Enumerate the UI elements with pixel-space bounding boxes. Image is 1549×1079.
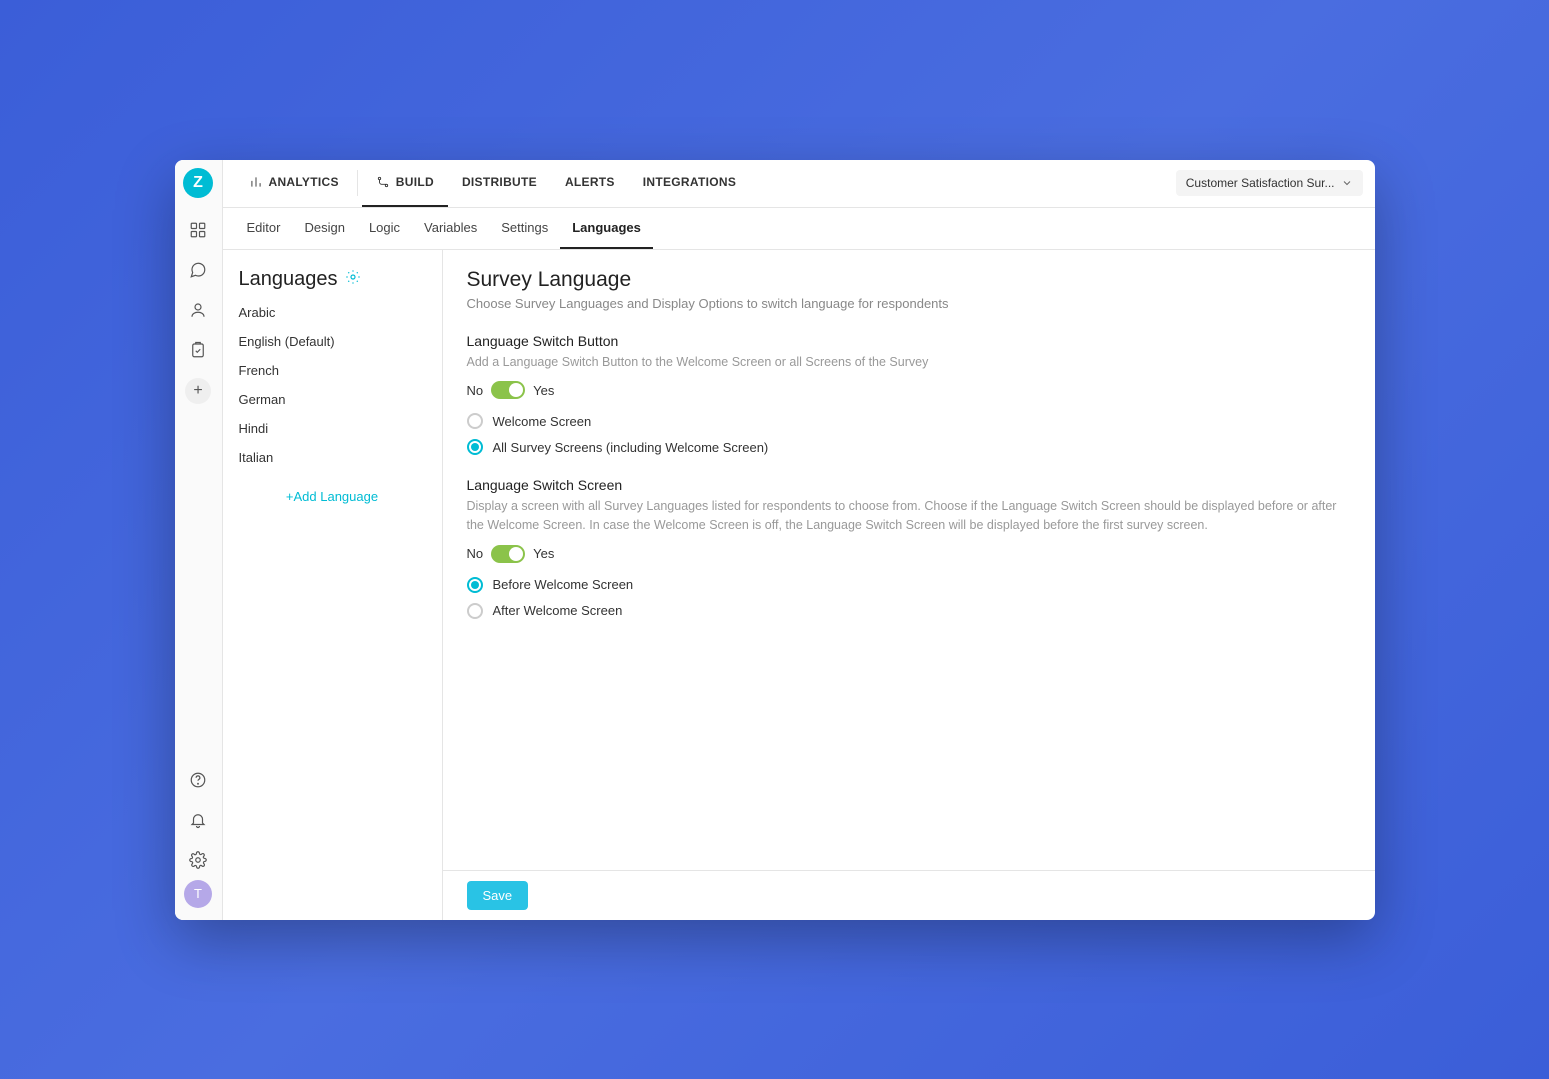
settings-icon[interactable] <box>182 844 214 876</box>
languages-list: Arabic English (Default) French German H… <box>239 303 426 467</box>
main-scroll: Survey Language Choose Survey Languages … <box>443 250 1375 870</box>
top-nav: ANALYTICS BUILD DISTRIBUTE ALERTS INTEGR… <box>223 160 1375 208</box>
radio-before-welcome[interactable]: Before Welcome Screen <box>467 577 1351 593</box>
survey-selector-label: Customer Satisfaction Sur... <box>1186 176 1335 190</box>
radio-label: All Survey Screens (including Welcome Sc… <box>493 440 769 455</box>
footer-bar: Save <box>443 870 1375 920</box>
tab-languages[interactable]: Languages <box>560 208 653 249</box>
switch-button-options: Welcome Screen All Survey Screens (inclu… <box>467 413 1351 455</box>
nav-distribute-label: DISTRIBUTE <box>462 175 537 189</box>
switch-button-title: Language Switch Button <box>467 333 1351 349</box>
survey-selector[interactable]: Customer Satisfaction Sur... <box>1176 170 1363 196</box>
sub-nav: Editor Design Logic Variables Settings L… <box>223 208 1375 250</box>
tab-design[interactable]: Design <box>292 208 356 249</box>
tab-logic[interactable]: Logic <box>357 208 412 249</box>
brand-logo[interactable]: Z <box>183 168 213 198</box>
app-window: Z + T ANALYTICS <box>175 160 1375 920</box>
nav-distribute[interactable]: DISTRIBUTE <box>448 160 551 207</box>
main-pane: Survey Language Choose Survey Languages … <box>443 250 1375 920</box>
avatar[interactable]: T <box>184 880 212 908</box>
help-icon[interactable] <box>182 764 214 796</box>
radio-label: After Welcome Screen <box>493 603 623 618</box>
switch-screen-subtitle: Display a screen with all Survey Languag… <box>467 497 1351 535</box>
radio-all-screens[interactable]: All Survey Screens (including Welcome Sc… <box>467 439 1351 455</box>
nav-alerts[interactable]: ALERTS <box>551 160 629 207</box>
switch-screen-toggle[interactable] <box>491 545 525 563</box>
language-item[interactable]: Hindi <box>239 419 426 438</box>
nav-analytics-label: ANALYTICS <box>269 175 339 189</box>
toggle-no-label: No <box>467 383 484 398</box>
add-button[interactable]: + <box>185 378 211 404</box>
switch-button-toggle[interactable] <box>491 381 525 399</box>
switch-button-toggle-row: No Yes <box>467 381 1351 399</box>
page-subtitle: Choose Survey Languages and Display Opti… <box>467 296 1351 311</box>
tab-settings[interactable]: Settings <box>489 208 560 249</box>
radio-icon <box>467 577 483 593</box>
dashboard-icon[interactable] <box>182 214 214 246</box>
nav-integrations[interactable]: INTEGRATIONS <box>629 160 750 207</box>
left-rail: Z + T <box>175 160 223 920</box>
nav-integrations-label: INTEGRATIONS <box>643 175 736 189</box>
radio-icon <box>467 603 483 619</box>
add-language-button[interactable]: +Add Language <box>239 483 426 510</box>
radio-welcome-screen[interactable]: Welcome Screen <box>467 413 1351 429</box>
toggle-yes-label: Yes <box>533 383 554 398</box>
tab-editor[interactable]: Editor <box>235 208 293 249</box>
bell-icon[interactable] <box>182 804 214 836</box>
nav-build-label: BUILD <box>396 175 434 189</box>
radio-label: Before Welcome Screen <box>493 577 634 592</box>
switch-screen-options: Before Welcome Screen After Welcome Scre… <box>467 577 1351 619</box>
language-item[interactable]: German <box>239 390 426 409</box>
switch-button-subtitle: Add a Language Switch Button to the Welc… <box>467 353 1351 372</box>
languages-title: Languages <box>239 268 338 291</box>
toggle-yes-label: Yes <box>533 546 554 561</box>
chat-icon[interactable] <box>182 254 214 286</box>
chevron-down-icon <box>1341 177 1353 189</box>
nav-build[interactable]: BUILD <box>362 160 448 207</box>
language-item[interactable]: English (Default) <box>239 332 426 351</box>
nav-alerts-label: ALERTS <box>565 175 615 189</box>
save-button[interactable]: Save <box>467 881 529 910</box>
content-area: Languages Arabic English (Default) Frenc… <box>223 250 1375 920</box>
language-item[interactable]: Italian <box>239 448 426 467</box>
language-item[interactable]: Arabic <box>239 303 426 322</box>
clipboard-icon[interactable] <box>182 334 214 366</box>
user-icon[interactable] <box>182 294 214 326</box>
radio-after-welcome[interactable]: After Welcome Screen <box>467 603 1351 619</box>
switch-screen-title: Language Switch Screen <box>467 477 1351 493</box>
languages-sidebar: Languages Arabic English (Default) Frenc… <box>223 250 443 920</box>
switch-screen-toggle-row: No Yes <box>467 545 1351 563</box>
language-item[interactable]: French <box>239 361 426 380</box>
main-column: ANALYTICS BUILD DISTRIBUTE ALERTS INTEGR… <box>223 160 1375 920</box>
radio-icon <box>467 413 483 429</box>
radio-label: Welcome Screen <box>493 414 592 429</box>
nav-analytics[interactable]: ANALYTICS <box>235 160 353 207</box>
languages-settings-icon[interactable] <box>345 269 361 290</box>
nav-divider <box>357 170 358 196</box>
radio-icon <box>467 439 483 455</box>
toggle-no-label: No <box>467 546 484 561</box>
page-title: Survey Language <box>467 268 1351 292</box>
tab-variables[interactable]: Variables <box>412 208 489 249</box>
